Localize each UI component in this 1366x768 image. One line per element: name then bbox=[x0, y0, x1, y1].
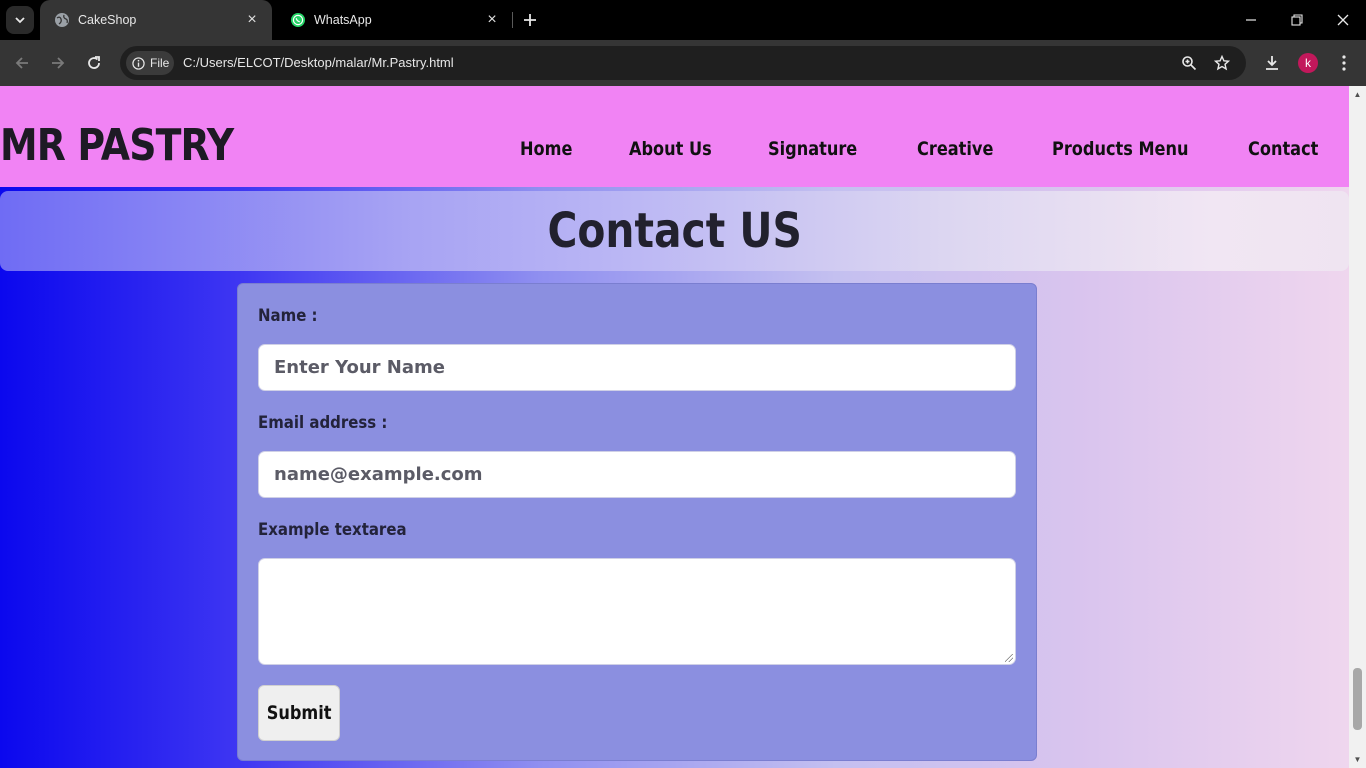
scroll-down-icon[interactable]: ▼ bbox=[1353, 755, 1362, 764]
submit-label: Submit bbox=[266, 702, 332, 724]
page-scrollbar[interactable]: ▲ ▼ bbox=[1349, 86, 1366, 768]
forward-button[interactable] bbox=[44, 49, 72, 77]
profile-avatar[interactable]: k bbox=[1298, 53, 1318, 73]
more-vertical-icon bbox=[1342, 55, 1346, 71]
page-title: Contact US bbox=[0, 203, 1349, 259]
close-icon bbox=[1337, 14, 1349, 26]
close-window-button[interactable] bbox=[1320, 0, 1366, 40]
restore-button[interactable] bbox=[1274, 0, 1320, 40]
message-field[interactable] bbox=[258, 558, 1016, 665]
page-viewport: MR PASTRY Home About Us Signature Creati… bbox=[0, 86, 1349, 768]
tab-title: WhatsApp bbox=[314, 13, 372, 27]
site-header: MR PASTRY Home About Us Signature Creati… bbox=[0, 86, 1349, 187]
nav-creative[interactable]: Creative bbox=[917, 138, 993, 160]
download-icon bbox=[1266, 56, 1278, 70]
reload-icon bbox=[88, 56, 100, 69]
globe-icon bbox=[55, 13, 69, 27]
star-icon bbox=[1214, 55, 1230, 71]
message-textarea[interactable] bbox=[259, 559, 1015, 664]
nav-signature[interactable]: Signature bbox=[768, 138, 857, 160]
tab-title: CakeShop bbox=[78, 13, 137, 27]
contact-form: Name : Email address : Example textarea … bbox=[237, 283, 1037, 761]
minimize-icon bbox=[1246, 19, 1256, 21]
name-field[interactable] bbox=[258, 344, 1016, 391]
submit-button[interactable]: Submit bbox=[258, 685, 340, 741]
scroll-up-icon[interactable]: ▲ bbox=[1353, 90, 1362, 99]
email-field[interactable] bbox=[258, 451, 1016, 498]
bookmark-button[interactable] bbox=[1212, 53, 1232, 73]
name-label: Name : bbox=[258, 306, 318, 326]
scroll-thumb[interactable] bbox=[1353, 668, 1362, 730]
url-text[interactable]: C:/Users/ELCOT/Desktop/malar/Mr.Pastry.h… bbox=[183, 55, 454, 70]
tab-separator bbox=[512, 12, 513, 28]
plus-icon bbox=[524, 14, 536, 26]
browser-toolbar: File C:/Users/ELCOT/Desktop/malar/Mr.Pas… bbox=[0, 40, 1366, 86]
contact-banner: Contact US bbox=[0, 191, 1349, 271]
tab-search-button[interactable] bbox=[6, 6, 34, 34]
back-button[interactable] bbox=[8, 49, 36, 77]
arrow-left-icon bbox=[15, 57, 28, 69]
site-chip-label: File bbox=[150, 56, 170, 70]
reload-button[interactable] bbox=[80, 49, 108, 77]
nav-contact[interactable]: Contact bbox=[1248, 138, 1318, 160]
tab-cakeshop[interactable]: CakeShop × bbox=[40, 0, 272, 40]
nav-about-us[interactable]: About Us bbox=[629, 138, 712, 160]
address-bar[interactable]: File C:/Users/ELCOT/Desktop/malar/Mr.Pas… bbox=[120, 46, 1246, 80]
nav-products-menu[interactable]: Products Menu bbox=[1052, 138, 1189, 160]
tab-whatsapp[interactable]: WhatsApp × bbox=[276, 0, 512, 40]
page-title-text: Contact US bbox=[547, 203, 802, 259]
close-icon[interactable]: × bbox=[484, 12, 500, 28]
close-icon[interactable]: × bbox=[244, 12, 260, 28]
menu-button[interactable] bbox=[1332, 51, 1356, 75]
textarea-label: Example textarea bbox=[258, 520, 407, 540]
downloads-button[interactable] bbox=[1260, 51, 1284, 75]
chevron-down-icon bbox=[15, 17, 25, 24]
info-icon bbox=[132, 56, 145, 70]
nav-home[interactable]: Home bbox=[520, 138, 572, 160]
arrow-right-icon bbox=[52, 57, 65, 69]
email-input[interactable] bbox=[259, 452, 1015, 497]
new-tab-button[interactable] bbox=[518, 8, 542, 32]
browser-tabstrip: CakeShop × WhatsApp × bbox=[0, 0, 1366, 40]
email-label: Email address : bbox=[258, 413, 388, 433]
resize-grip-icon[interactable] bbox=[1005, 654, 1013, 662]
zoom-button[interactable] bbox=[1179, 53, 1199, 73]
minimize-button[interactable] bbox=[1228, 0, 1274, 40]
site-info-chip[interactable]: File bbox=[126, 51, 174, 75]
whatsapp-icon bbox=[291, 13, 305, 27]
zoom-icon bbox=[1182, 56, 1197, 71]
site-brand[interactable]: MR PASTRY bbox=[0, 120, 234, 171]
restore-icon bbox=[1291, 14, 1303, 26]
name-input[interactable] bbox=[259, 345, 1015, 390]
